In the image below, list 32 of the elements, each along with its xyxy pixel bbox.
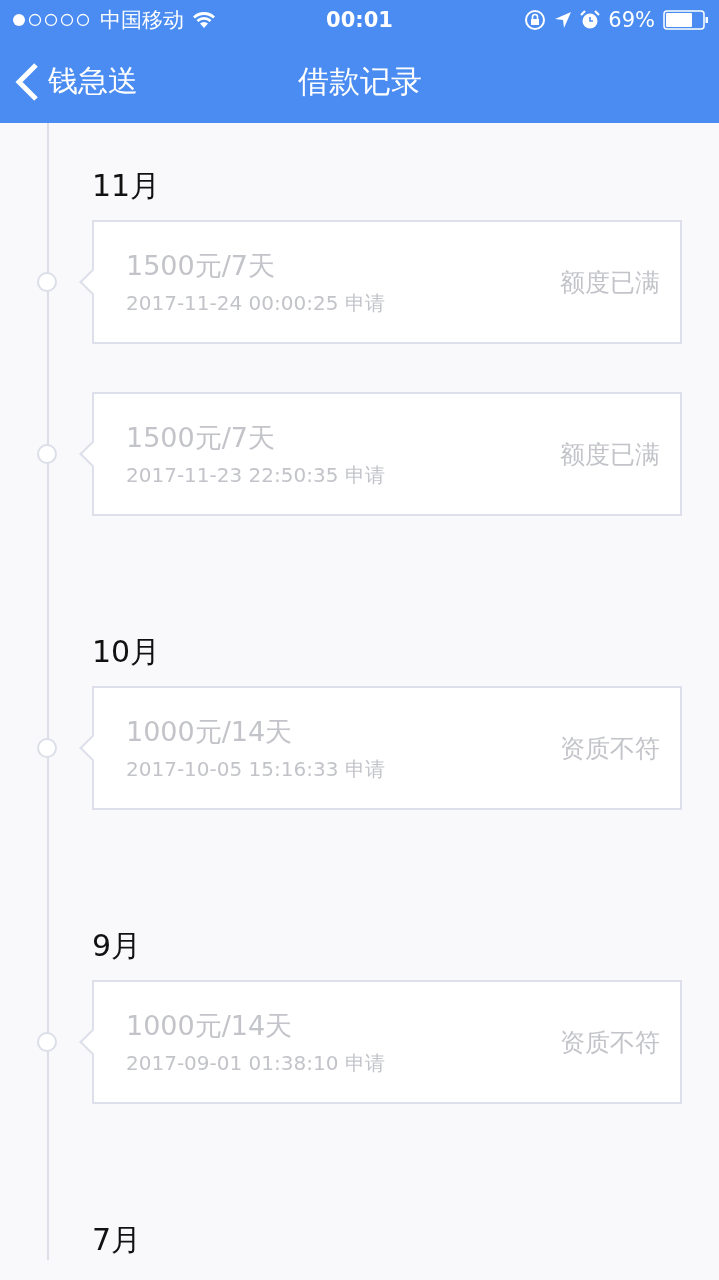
loan-amount: 1000元/14天: [126, 1008, 294, 1043]
record-status: 额度已满: [560, 266, 660, 299]
apply-date: 2017-11-23 22:50:35 申请: [126, 461, 385, 489]
record-status: 额度已满: [560, 438, 660, 471]
carrier-name: 中国移动: [100, 7, 184, 34]
wifi-icon: [192, 11, 216, 29]
month-heading: 7月: [92, 1221, 143, 1259]
month-heading: 10月: [92, 633, 162, 671]
back-button[interactable]: 钱急送: [0, 61, 138, 102]
location-arrow-icon: [554, 11, 573, 29]
record-status: 资质不符: [560, 732, 660, 765]
apply-date: 2017-09-01 01:38:10 申请: [126, 1049, 385, 1077]
record-status: 资质不符: [560, 1026, 660, 1059]
alarm-clock-icon: [580, 10, 601, 30]
apply-date: 2017-11-24 00:00:25 申请: [126, 289, 385, 317]
loan-amount: 1500元/7天: [126, 420, 276, 455]
battery-percent: 69%: [608, 8, 655, 32]
loan-amount: 1500元/7天: [126, 248, 276, 283]
apply-date: 2017-10-05 15:16:33 申请: [126, 755, 385, 783]
record-card[interactable]: 1500元/7天 2017-11-24 00:00:25 申请 额度已满: [92, 220, 682, 344]
clock-time: 00:01: [325, 8, 394, 32]
rotation-lock-icon: [524, 9, 547, 31]
page-title: 借款记录: [296, 61, 423, 101]
battery-icon: [663, 10, 709, 30]
month-heading: 11月: [92, 167, 162, 205]
month-heading: 9月: [92, 927, 143, 965]
signal-icon: [12, 13, 92, 27]
record-card[interactable]: 1000元/14天 2017-10-05 15:16:33 申请 资质不符: [92, 686, 682, 810]
back-chevron-icon: [14, 61, 40, 102]
loan-amount: 1000元/14天: [126, 714, 294, 749]
record-card[interactable]: 1500元/7天 2017-11-23 22:50:35 申请 额度已满: [92, 392, 682, 516]
record-card[interactable]: 1000元/14天 2017-09-01 01:38:10 申请 资质不符: [92, 980, 682, 1104]
